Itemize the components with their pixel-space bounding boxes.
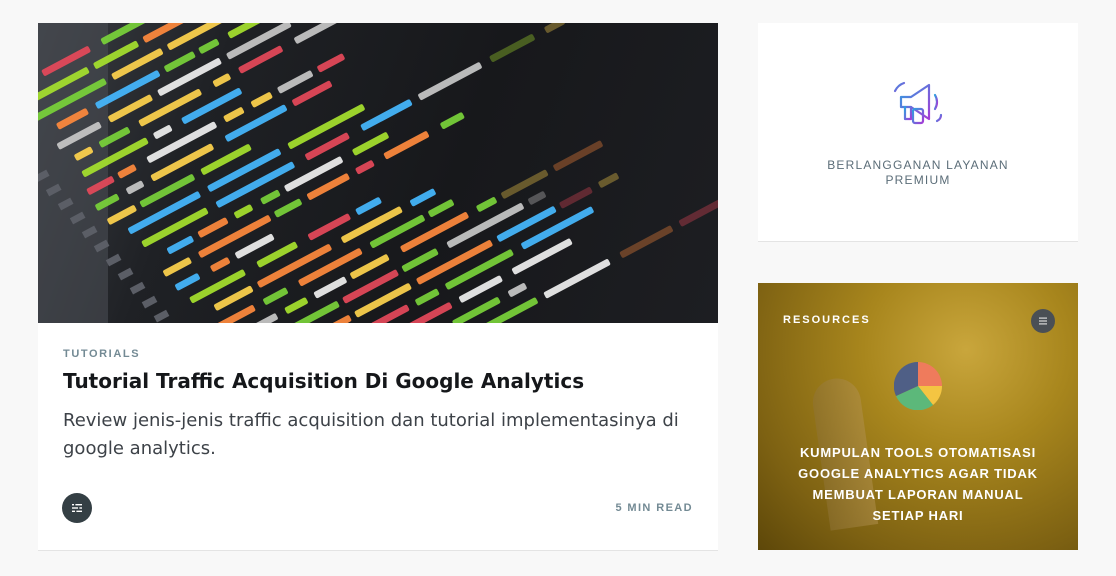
resources-menu-button[interactable]	[1031, 309, 1055, 333]
author-avatar-button[interactable]	[62, 493, 92, 523]
premium-card[interactable]: BERLANGGANAN LAYANAN PREMIUM	[758, 23, 1078, 242]
post-card[interactable]: TUTORIALS Tutorial Traffic Acquisition D…	[38, 23, 718, 551]
post-feature-image[interactable]	[38, 23, 718, 323]
resources-card[interactable]: RESOURCES KUMPULAN TOOLS OTOMATISASI GOO…	[758, 283, 1078, 550]
resources-label[interactable]: RESOURCES	[783, 314, 871, 326]
list-icon	[72, 503, 82, 513]
resources-title[interactable]: KUMPULAN TOOLS OTOMATISASI GOOGLE ANALYT…	[786, 442, 1050, 526]
sliders-icon	[1039, 317, 1047, 325]
pie-chart-icon	[894, 362, 942, 410]
megaphone-icon	[893, 81, 943, 125]
read-time: 5 MIN READ	[615, 502, 693, 514]
post-excerpt: Review jenis-jenis traffic acquisition d…	[63, 410, 679, 459]
code-image-art	[38, 23, 718, 323]
post-title[interactable]: Tutorial Traffic Acquisition Di Google A…	[63, 369, 693, 393]
premium-label[interactable]: BERLANGGANAN LAYANAN PREMIUM	[798, 158, 1038, 188]
post-category[interactable]: TUTORIALS	[63, 348, 140, 360]
